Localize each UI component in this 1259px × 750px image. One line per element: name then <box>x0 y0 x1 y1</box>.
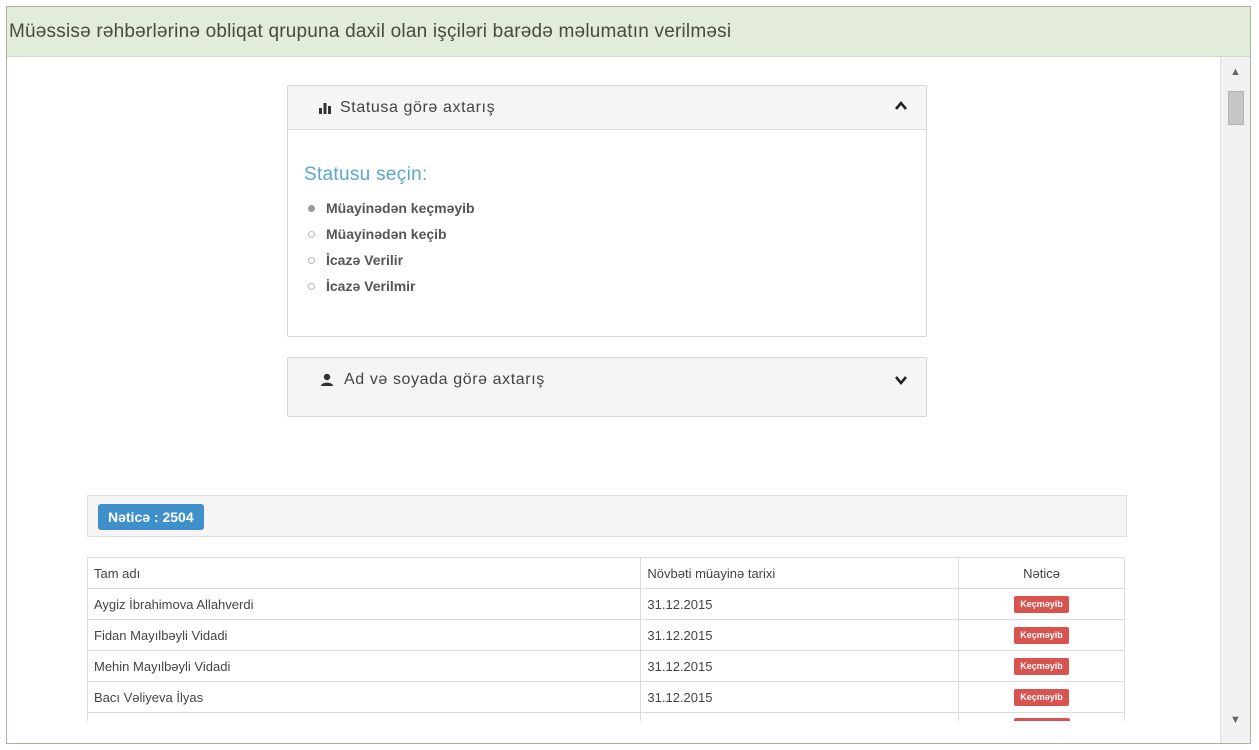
status-badge: Keçməyib <box>1014 627 1069 644</box>
name-search-panel-header[interactable]: Ad və soyada görə axtarış <box>288 358 926 416</box>
status-option-label: Müayinədən keçməyib <box>326 200 475 216</box>
table-row[interactable]: Fidan Mayılbəyli Vidadi 31.12.2015 Keçmə… <box>87 619 1125 651</box>
cell-exam-date: 31.12.2015 <box>640 650 960 682</box>
cell-result: Keçməyib <box>958 619 1125 651</box>
table-row[interactable]: Bacı Vəliyeva İlyas 31.12.2015 Keçməyib <box>87 681 1125 713</box>
status-option-label: Müayinədən keçib <box>326 226 447 242</box>
table-row[interactable] <box>87 712 1125 721</box>
app-window: Müəssisə rəhbərlərinə obliqat qrupuna da… <box>6 6 1251 744</box>
result-count-badge: Nəticə : 2504 <box>98 504 204 530</box>
status-search-panel: Statusa görə axtarış Statusu seçin: Müay… <box>287 85 927 337</box>
status-badge <box>1013 718 1070 721</box>
cell-result: Keçməyib <box>958 588 1125 620</box>
results-table-container: Tam adı Növbəti müayinə tarixi Nəticə Ay… <box>87 557 1125 721</box>
radio-button[interactable] <box>308 283 315 290</box>
cell-exam-date: 31.12.2015 <box>640 588 960 620</box>
scroll-up-arrow-icon[interactable]: ▲ <box>1221 61 1250 83</box>
cell-full-name: Fidan Mayılbəyli Vidadi <box>87 619 642 651</box>
cell-full-name <box>87 712 642 721</box>
cell-full-name: Mehin Mayılbəyli Vidadi <box>87 650 642 682</box>
cell-exam-date <box>640 712 960 721</box>
user-icon <box>321 373 333 386</box>
column-header-next-exam-date[interactable]: Növbəti müayinə tarixi <box>640 557 960 589</box>
chevron-up-icon[interactable] <box>894 99 908 113</box>
page-title: Müəssisə rəhbərlərinə obliqat qrupuna da… <box>7 7 1250 57</box>
vertical-scrollbar[interactable]: ▲ ▼ <box>1220 57 1250 743</box>
cell-full-name: Bacı Vəliyeva İlyas <box>87 681 642 713</box>
scrollbar-thumb[interactable] <box>1228 91 1244 125</box>
results-table: Tam adı Növbəti müayinə tarixi Nəticə Ay… <box>87 557 1125 721</box>
cell-result: Keçməyib <box>958 681 1125 713</box>
name-search-panel: Ad və soyada görə axtarış <box>287 357 927 417</box>
status-option-label: İcazə Verilir <box>326 252 404 268</box>
status-search-panel-header[interactable]: Statusa görə axtarış <box>288 86 926 130</box>
status-badge: Keçməyib <box>1014 596 1069 613</box>
radio-button[interactable] <box>308 205 315 212</box>
name-search-title: Ad və soyada görə axtarış <box>344 371 545 388</box>
table-row[interactable]: Mehin Mayılbəyli Vidadi 31.12.2015 Keçmə… <box>87 650 1125 682</box>
cell-result: Keçməyib <box>958 650 1125 682</box>
status-option-label: İcazə Verilmir <box>326 278 416 294</box>
table-header-row: Tam adı Növbəti müayinə tarixi Nəticə <box>87 557 1125 589</box>
column-header-result[interactable]: Nəticə <box>958 557 1125 589</box>
cell-full-name: Aygiz İbrahimova Allahverdi <box>87 588 642 620</box>
status-badge: Keçməyib <box>1014 689 1069 706</box>
radio-button[interactable] <box>308 231 315 238</box>
scroll-down-arrow-icon[interactable]: ▼ <box>1221 709 1250 731</box>
column-header-full-name[interactable]: Tam adı <box>87 557 642 589</box>
cell-exam-date: 31.12.2015 <box>640 619 960 651</box>
radio-button[interactable] <box>308 257 315 264</box>
bar-chart-icon <box>319 103 331 114</box>
result-summary-bar: Nəticə : 2504 <box>87 495 1127 537</box>
chevron-down-icon[interactable] <box>894 373 908 387</box>
table-row[interactable]: Aygiz İbrahimova Allahverdi 31.12.2015 K… <box>87 588 1125 620</box>
status-select-heading: Statusu seçin: <box>304 164 428 185</box>
cell-exam-date: 31.12.2015 <box>640 681 960 713</box>
cell-result <box>958 712 1125 721</box>
status-badge: Keçməyib <box>1014 658 1069 675</box>
status-search-title: Statusa görə axtarış <box>340 99 496 116</box>
